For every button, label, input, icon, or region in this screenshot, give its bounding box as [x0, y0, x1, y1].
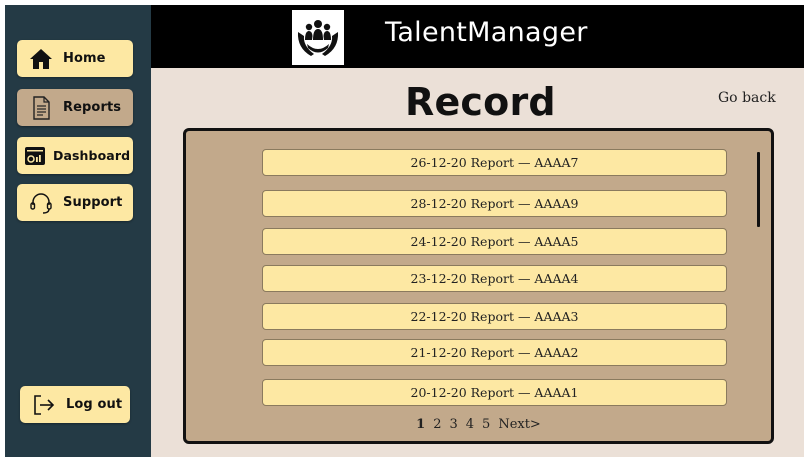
page-title: Record	[405, 80, 556, 124]
report-row[interactable]: 24-12-20 Report — AAAA5	[262, 228, 727, 255]
report-row[interactable]: 26-12-20 Report — AAAA7	[262, 149, 727, 176]
headset-icon	[29, 191, 53, 215]
report-row[interactable]: 22-12-20 Report — AAAA3	[262, 303, 727, 330]
app-title: TalentManager	[385, 17, 588, 48]
report-row[interactable]: 28-12-20 Report — AAAA9	[262, 190, 727, 217]
scrollbar[interactable]	[757, 152, 760, 227]
main-content: Record Go back 26-12-20 Report — AAAA7 2…	[151, 68, 804, 457]
sidebar: Home Reports Dashboard Support Log out	[5, 5, 151, 457]
sidebar-item-label: Support	[63, 195, 123, 210]
app-frame: Home Reports Dashboard Support Log out T…	[5, 5, 804, 457]
report-row[interactable]: 21-12-20 Report — AAAA2	[262, 339, 727, 366]
home-icon	[29, 47, 53, 71]
page-link-1[interactable]: 1	[416, 417, 425, 432]
page-link-3[interactable]: 3	[449, 417, 457, 432]
sidebar-item-dashboard[interactable]: Dashboard	[17, 137, 133, 174]
report-row[interactable]: 23-12-20 Report — AAAA4	[262, 265, 727, 292]
sidebar-item-home[interactable]: Home	[17, 40, 133, 77]
team-logo-icon	[292, 10, 344, 65]
page-link-4[interactable]: 4	[466, 417, 474, 432]
page-link-5[interactable]: 5	[482, 417, 490, 432]
sidebar-item-label: Reports	[63, 100, 122, 115]
sidebar-item-label: Dashboard	[53, 148, 131, 163]
page-link-2[interactable]: 2	[433, 417, 441, 432]
logout-button[interactable]: Log out	[20, 386, 130, 423]
logout-label: Log out	[66, 397, 123, 412]
pagination: 1 2 3 4 5 Next>	[186, 417, 771, 432]
sidebar-item-support[interactable]: Support	[17, 184, 133, 221]
record-list-panel: 26-12-20 Report — AAAA7 28-12-20 Report …	[183, 128, 774, 444]
sidebar-item-reports[interactable]: Reports	[17, 89, 133, 126]
next-page-link[interactable]: Next>	[498, 417, 541, 432]
sidebar-item-label: Home	[63, 51, 106, 66]
header-bar: TalentManager	[151, 5, 804, 68]
logout-icon	[32, 393, 56, 417]
document-icon	[29, 95, 53, 120]
go-back-link[interactable]: Go back	[718, 90, 776, 106]
report-row[interactable]: 20-12-20 Report — AAAA1	[262, 379, 727, 406]
dashboard-icon	[23, 144, 47, 168]
